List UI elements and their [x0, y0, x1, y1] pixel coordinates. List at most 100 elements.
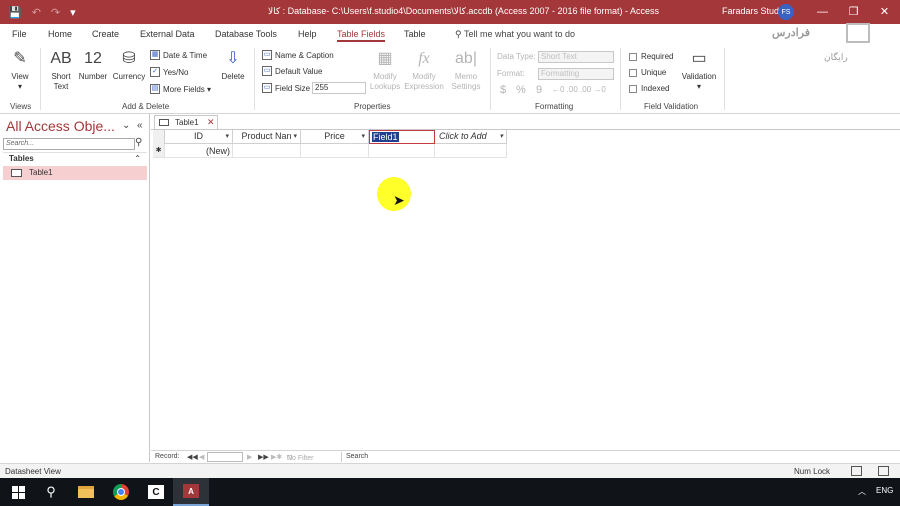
view-button[interactable]: ✎ View ▾ — [6, 48, 34, 92]
undo-icon[interactable]: ↶ — [32, 6, 41, 19]
num-lock-indicator: Num Lock — [794, 467, 831, 476]
tab-create[interactable]: Create — [92, 29, 119, 39]
chrome-button[interactable] — [103, 478, 139, 506]
indexed-checkbox[interactable]: Indexed — [629, 84, 669, 93]
column-header-field1[interactable]: Field1 — [369, 130, 435, 144]
customize-toolbar-icon[interactable]: ▾ — [70, 6, 76, 19]
decrease-decimals-button[interactable]: .00 →0 — [580, 85, 606, 94]
tab-external-data[interactable]: External Data — [140, 29, 195, 39]
file-explorer-button[interactable] — [68, 478, 104, 506]
yes-no-button[interactable]: ✓ Yes/No — [150, 67, 189, 77]
save-icon[interactable]: 💾 — [8, 6, 22, 19]
table-cell[interactable] — [435, 144, 507, 158]
data-type-select[interactable]: Short Text — [538, 51, 614, 63]
tab-table[interactable]: Table — [404, 29, 426, 39]
nav-search-input[interactable]: Search... — [3, 138, 135, 150]
number-button[interactable]: 12 Number — [76, 48, 110, 82]
column-header-edit[interactable]: Field1 — [372, 132, 399, 142]
click-to-add-column[interactable]: Click to Add ▾ — [435, 130, 507, 144]
search-box[interactable]: Search — [341, 452, 391, 462]
collapse-pane-icon[interactable]: « — [137, 120, 143, 131]
memo-settings-button[interactable]: ab| Memo Settings — [446, 48, 486, 92]
first-record-button[interactable]: ◀◀ — [187, 453, 198, 461]
table-cell[interactable] — [233, 144, 301, 158]
taskbar: ⚲ C A ︿ ENG — [0, 478, 900, 506]
start-button[interactable] — [0, 478, 36, 506]
checkbox-box — [629, 52, 637, 61]
yes-no-label: Yes/No — [163, 67, 189, 77]
camtasia-button[interactable]: C — [138, 478, 174, 506]
new-record-marker[interactable]: ✱ — [153, 144, 165, 158]
language-indicator[interactable]: ENG — [876, 486, 893, 495]
date-time-button[interactable]: ▦ Date & Time — [150, 50, 207, 60]
chevron-down-icon[interactable]: ▾ — [293, 130, 297, 143]
checkbox-box — [629, 68, 637, 77]
datasheet-view-icon[interactable] — [851, 466, 862, 476]
checkbox-icon: ✓ — [150, 67, 160, 77]
search-box-label: Search — [346, 453, 369, 460]
table-cell[interactable] — [301, 144, 369, 158]
view-icon: ✎ — [13, 50, 27, 67]
next-record-button[interactable]: ▶ — [247, 453, 252, 461]
chevron-down-icon[interactable]: ▾ — [361, 130, 365, 143]
design-view-icon[interactable] — [878, 466, 889, 476]
short-text-button[interactable]: AB Short Text — [46, 48, 76, 92]
chevron-down-icon[interactable]: ▾ — [225, 130, 229, 143]
currency-button[interactable]: ⛁ Currency — [110, 48, 148, 82]
currency-format-button[interactable]: $ — [500, 84, 506, 96]
table-icon — [11, 169, 22, 177]
table-cell[interactable] — [369, 144, 435, 158]
default-value-button[interactable]: ▭ Default Value — [262, 66, 322, 76]
unique-checkbox[interactable]: Unique — [629, 68, 666, 77]
field-size-label: Field Size — [275, 83, 311, 93]
redo-icon[interactable]: ↷ — [51, 6, 60, 19]
tab-file[interactable]: File — [12, 29, 27, 39]
column-header-id[interactable]: ID ▾ — [165, 130, 233, 144]
access-button[interactable]: A — [173, 478, 209, 506]
tab-help[interactable]: Help — [298, 29, 317, 39]
data-type-label: Data Type: — [497, 52, 536, 61]
nav-item-table1[interactable]: Table1 — [3, 166, 147, 180]
divider — [254, 48, 255, 110]
field-size-input[interactable]: 255 — [312, 82, 366, 94]
default-value-icon: ▭ — [262, 66, 272, 76]
doc-tab-table1[interactable]: Table1 ✕ — [154, 115, 218, 129]
tab-home[interactable]: Home — [48, 29, 72, 39]
watermark-tag: رایگان — [824, 52, 848, 62]
delete-button[interactable]: ⇩ Delete — [219, 48, 247, 82]
new-record-id-cell[interactable]: (New) — [165, 144, 233, 158]
current-record-input[interactable] — [207, 452, 243, 462]
increase-decimals-button[interactable]: ←0 .00 — [552, 85, 578, 94]
comma-format-button[interactable]: 9 — [536, 84, 542, 96]
percent-format-button[interactable]: % — [516, 84, 526, 96]
nav-section-tables[interactable]: Tables ⌃ — [3, 152, 147, 164]
new-record-button[interactable]: ▶✱ — [271, 453, 282, 461]
name-caption-button[interactable]: ▭ Name & Caption — [262, 50, 334, 60]
nav-pane-title[interactable]: All Access Obje... — [6, 118, 115, 134]
close-tab-icon[interactable]: ✕ — [207, 116, 215, 129]
modify-lookups-button[interactable]: ▦ Modify Lookups — [368, 48, 402, 92]
modify-expression-button[interactable]: fx Modify Expression — [404, 48, 444, 92]
nav-menu-chevron-icon[interactable]: ⌄ — [122, 120, 130, 131]
validation-button[interactable]: ▭ Validation ▾ — [678, 48, 720, 92]
divider — [724, 48, 725, 110]
avatar[interactable]: FS — [778, 4, 794, 20]
required-label: Required — [641, 52, 674, 61]
tell-me-search[interactable]: ⚲ Tell me what you want to do — [455, 29, 575, 40]
folder-icon — [78, 486, 94, 498]
column-header-product-name[interactable]: Product Nan ▾ — [233, 130, 301, 144]
chevron-down-icon[interactable]: ▾ — [499, 130, 503, 143]
more-fields-label: More Fields ▾ — [163, 84, 212, 94]
tray-chevron-icon[interactable]: ︿ — [858, 486, 866, 497]
last-record-button[interactable]: ▶▶ — [258, 453, 269, 461]
chevron-down-icon: ▾ — [17, 82, 22, 91]
format-select[interactable]: Formatting — [538, 68, 614, 80]
more-fields-button[interactable]: ▤ More Fields ▾ — [150, 84, 211, 94]
search-icon[interactable]: ⚲ — [135, 137, 142, 148]
tab-table-fields[interactable]: Table Fields — [337, 29, 386, 42]
required-checkbox[interactable]: Required — [629, 52, 673, 61]
column-header-price[interactable]: Price ▾ — [301, 130, 369, 144]
search-icon[interactable]: ⚲ — [33, 478, 69, 506]
tab-database-tools[interactable]: Database Tools — [215, 29, 277, 39]
previous-record-button[interactable]: ◀ — [199, 453, 204, 461]
